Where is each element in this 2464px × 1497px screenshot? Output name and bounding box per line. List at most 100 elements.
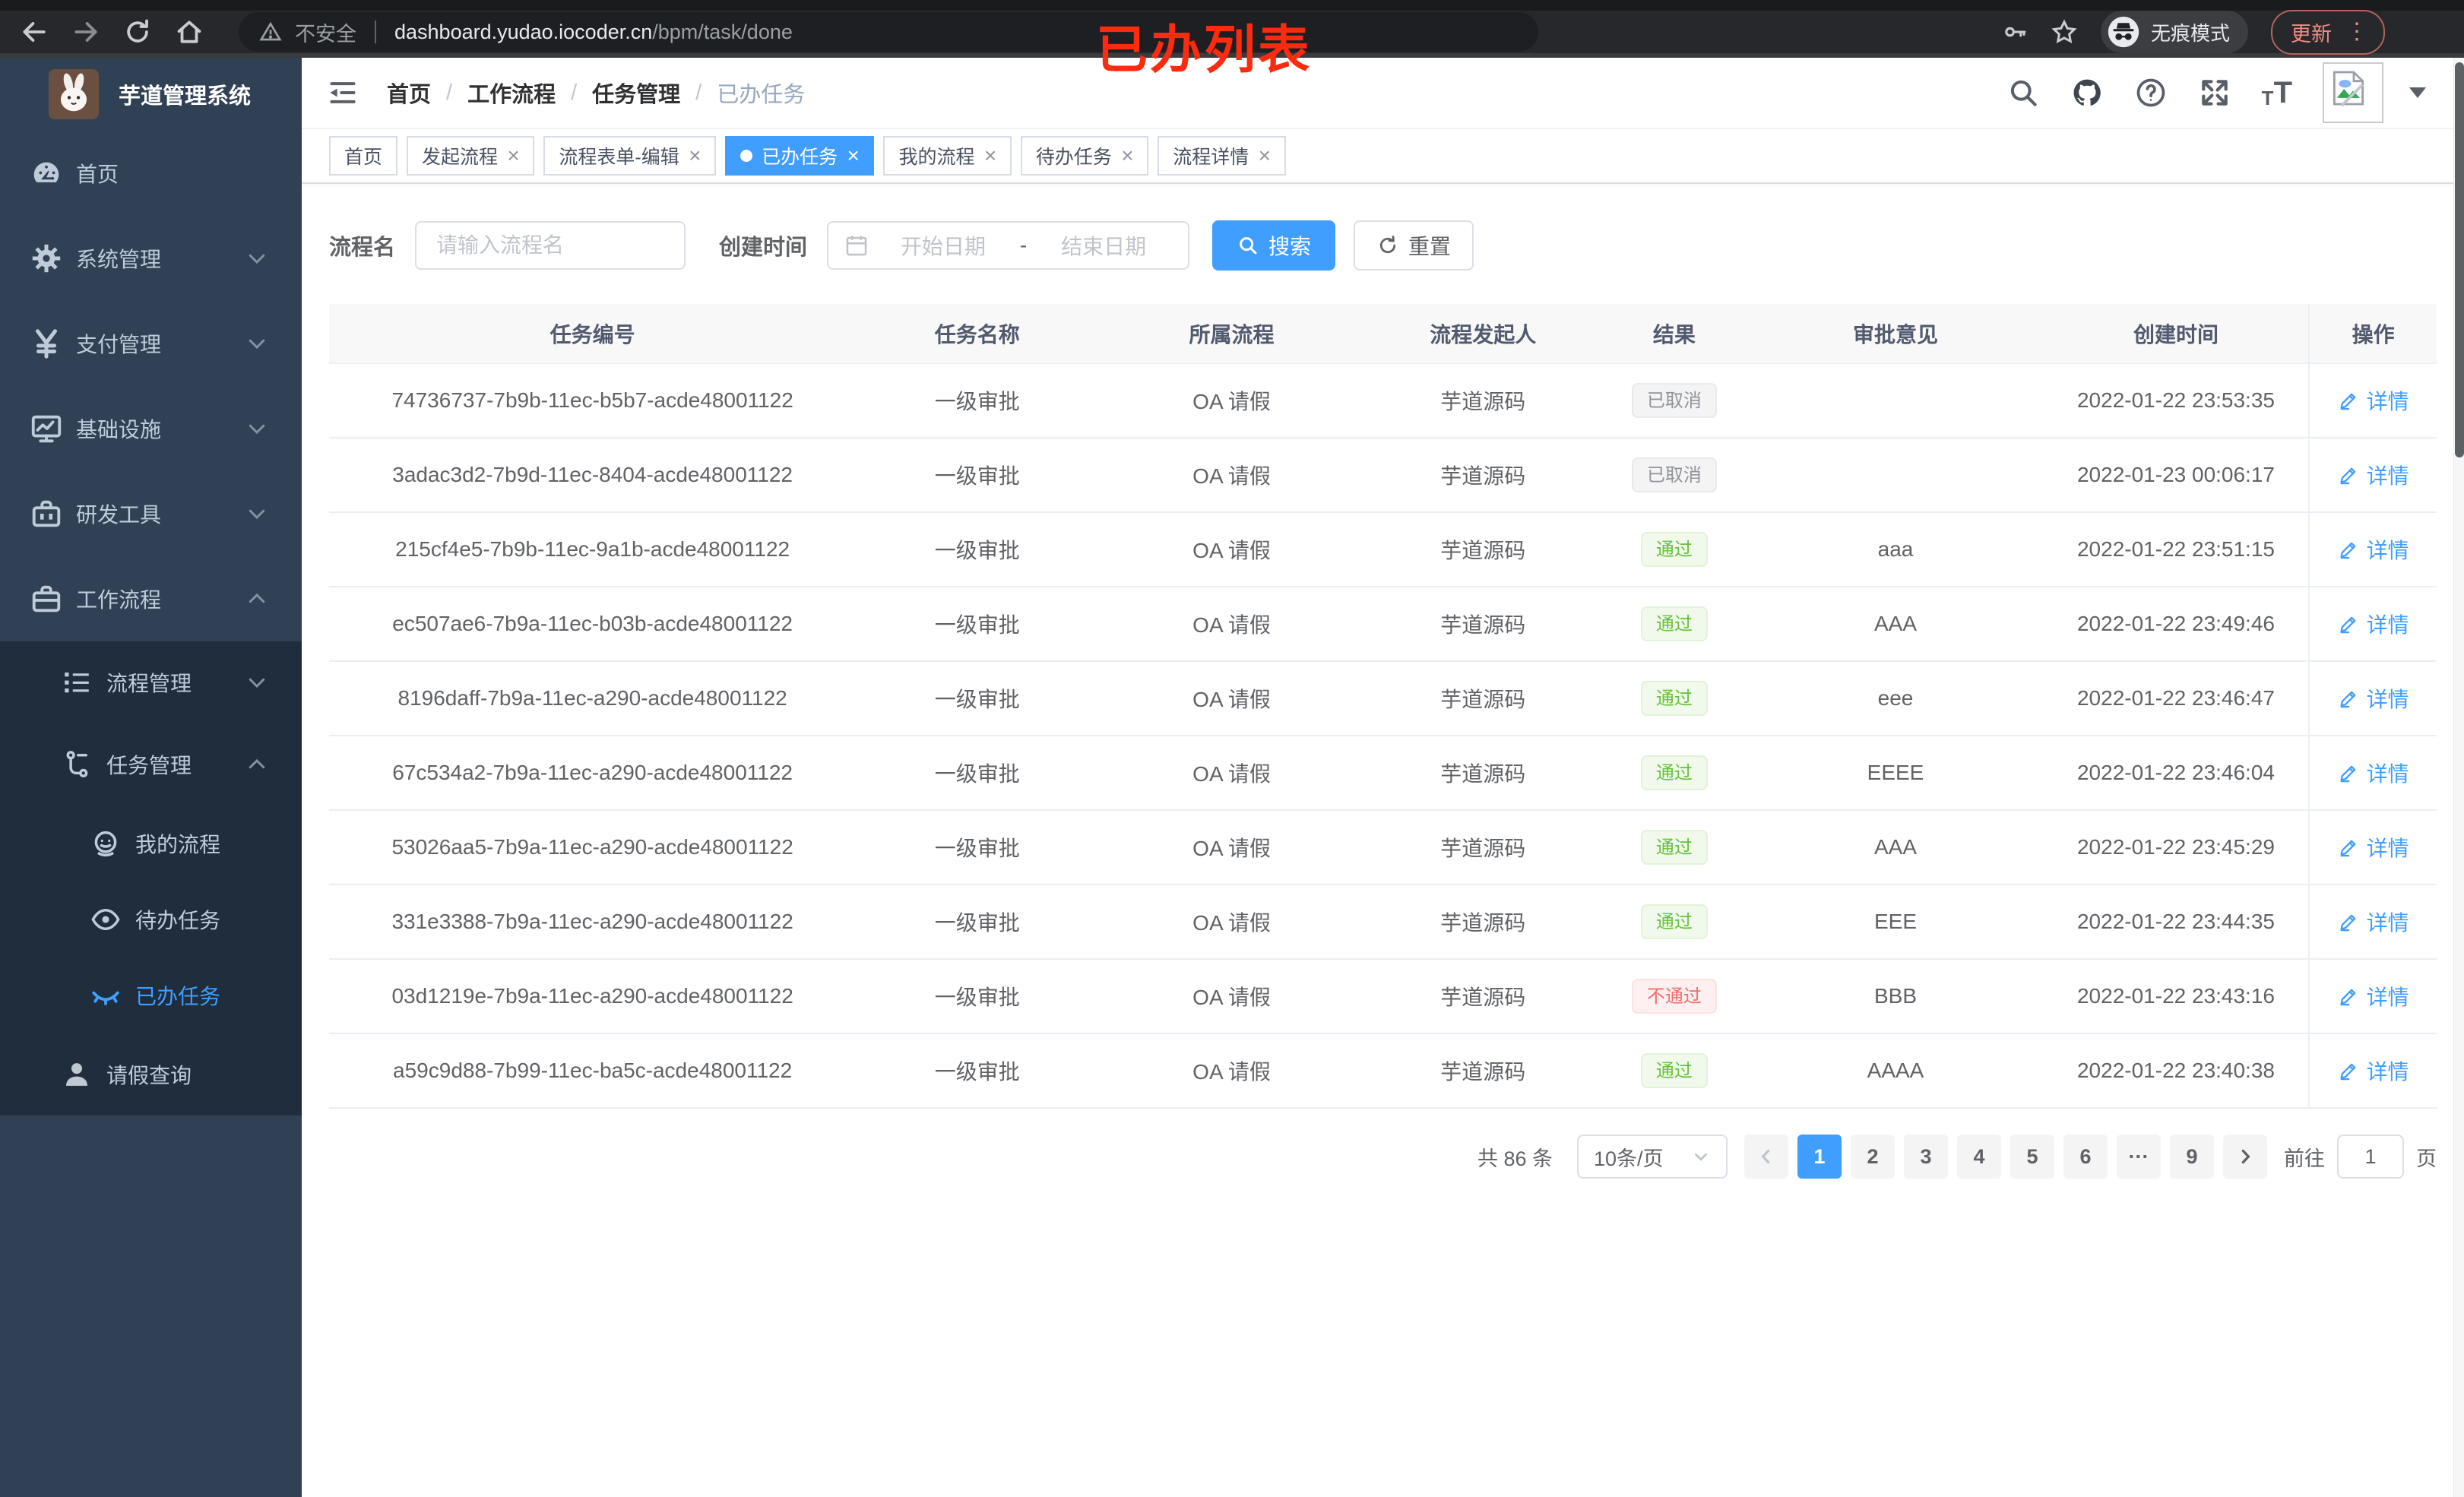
goto-page-input[interactable] [2337,1135,2404,1179]
tab[interactable]: 已办任务 × [725,136,875,176]
page-number-button[interactable]: 9 [2170,1135,2214,1179]
close-icon[interactable]: × [689,145,701,166]
detail-link[interactable]: 详情 [2338,758,2409,788]
sidebar-item-label: 我的流程 [135,833,221,856]
process-name-label: 流程名 [329,236,396,260]
detail-link[interactable]: 详情 [2338,981,2409,1011]
gear-icon [32,244,61,273]
col-result: 结果 [1601,304,1748,364]
update-button[interactable]: 更新 ⋮ [2271,9,2385,55]
sidebar-item-payment[interactable]: 支付管理 [0,301,302,386]
prev-page-button[interactable] [1744,1135,1788,1179]
sidebar-item-leave-query[interactable]: 请假查询 [0,1033,302,1116]
edit-pencil-icon [2340,840,2355,856]
detail-link[interactable]: 详情 [2338,534,2409,565]
end-date-placeholder[interactable]: 结束日期 [1034,230,1173,261]
close-icon[interactable]: × [507,145,519,166]
cell-result: 已取消 [1601,363,1748,438]
forward-icon[interactable] [71,17,100,46]
detail-link[interactable]: 详情 [2338,832,2409,862]
scrollbar-thumb[interactable] [2455,62,2464,457]
tab[interactable]: 我的流程 × [883,136,1012,176]
detail-link[interactable]: 详情 [2338,1055,2409,1086]
result-badge: 通过 [1640,606,1708,641]
browser-menu-dots-icon[interactable]: ⋮ [2345,21,2368,43]
search-button[interactable]: 搜索 [1212,220,1336,271]
tab[interactable]: 待办任务 × [1020,136,1149,176]
search-icon[interactable] [2006,76,2040,109]
page-size-select[interactable]: 10条/页 [1577,1135,1728,1179]
page-number-button[interactable]: ··· [2117,1135,2161,1179]
bookmark-star-icon[interactable] [2051,18,2078,46]
breadcrumb-item[interactable]: 首页 [387,77,431,109]
date-range-picker[interactable]: 开始日期 - 结束日期 [827,221,1190,270]
cell-actions: 详情 [2308,736,2437,811]
sidebar-item-workflow[interactable]: 工作流程 [0,556,302,641]
cell-result: 已取消 [1601,438,1748,513]
help-icon[interactable] [2134,76,2168,109]
start-date-placeholder[interactable]: 开始日期 [874,230,1012,261]
cell-task-id: 67c534a2-7b9a-11ec-a290-acde48001122 [329,736,857,811]
page-number-button[interactable]: 2 [1851,1135,1895,1179]
url-bar[interactable]: 不安全 dashboard.yudao.iocoder.cn/bpm/task/… [239,12,1538,52]
avatar-dropdown-caret[interactable] [2409,87,2426,98]
breadcrumb-item[interactable]: 工作流程 [467,77,556,109]
goto-label: 前往 [2284,1147,2325,1170]
close-icon[interactable]: × [847,145,859,166]
page-number-button[interactable]: 6 [2063,1135,2108,1179]
sidebar-item-home[interactable]: 首页 [0,131,302,216]
close-icon[interactable]: × [1258,145,1270,166]
app-logo-row[interactable]: 芋道管理系统 [0,58,302,131]
detail-link[interactable]: 详情 [2338,609,2409,639]
sidebar-item-my-process[interactable]: 我的流程 [0,805,302,881]
detail-link[interactable]: 详情 [2338,385,2409,416]
cell-task-id: 74736737-7b9b-11ec-b5b7-acde48001122 [329,363,857,438]
detail-link[interactable]: 详情 [2338,683,2409,714]
sidebar-item-infrastructure[interactable]: 基础设施 [0,386,302,471]
sidebar-item-todo-tasks[interactable]: 待办任务 [0,881,302,957]
broken-image-icon [2333,71,2364,107]
password-key-icon[interactable] [2002,19,2028,45]
github-icon[interactable] [2070,76,2104,109]
tab-label: 首页 [344,147,383,168]
avatar[interactable] [2323,62,2383,123]
close-icon[interactable]: × [983,145,996,166]
fullscreen-icon[interactable] [2198,76,2231,109]
page-number-button[interactable]: 1 [1797,1135,1842,1179]
reload-icon[interactable] [123,17,152,46]
breadcrumb-item[interactable]: 任务管理 [592,77,680,109]
reset-button[interactable]: 重置 [1354,220,1474,271]
sidebar-item-label: 工作流程 [76,588,162,612]
table-row: 331e3388-7b9a-11ec-a290-acde48001122 一级审… [329,885,2437,960]
close-icon[interactable]: × [1121,145,1133,166]
sidebar-item-done-tasks[interactable]: 已办任务 [0,957,302,1033]
security-label[interactable]: 不安全 [295,17,356,47]
sidebar-item-system[interactable]: 系统管理 [0,216,302,301]
sidebar-item-dev-tools[interactable]: 研发工具 [0,471,302,556]
detail-link[interactable]: 详情 [2338,460,2409,490]
page-number-button[interactable]: 3 [1904,1135,1948,1179]
page-number-button[interactable]: 4 [1957,1135,2001,1179]
tab[interactable]: 流程详情 × [1158,136,1286,176]
sidebar-item-process-management[interactable]: 流程管理 [0,641,302,723]
update-label[interactable]: 更新 [2291,17,2332,47]
edit-pencil-icon [2340,393,2355,410]
font-size-icon[interactable]: TT [2262,76,2292,110]
navbar: 首页 / 工作流程 / 任务管理 / 已办任务 TT [302,58,2464,129]
sidebar-toggle-icon[interactable] [326,76,359,109]
cell-result: 通过 [1601,736,1748,811]
tab[interactable]: 首页× [329,136,398,176]
tab[interactable]: 发起流程 × [407,136,535,176]
cell-task-name: 一级审批 [856,1033,1099,1109]
tab[interactable]: 流程表单-编辑 × [543,136,717,176]
process-name-input[interactable] [415,221,686,270]
cell-process: OA 请假 [1098,1033,1365,1109]
cell-result: 通过 [1601,661,1748,736]
detail-link[interactable]: 详情 [2338,907,2409,937]
back-icon[interactable] [20,17,49,46]
home-icon[interactable] [175,17,204,46]
page-number-button[interactable]: 5 [2010,1135,2054,1179]
cell-created: 2022-01-22 23:51:15 [2043,512,2310,587]
next-page-button[interactable] [2223,1135,2267,1179]
sidebar-item-task-management[interactable]: 任务管理 [0,723,302,805]
